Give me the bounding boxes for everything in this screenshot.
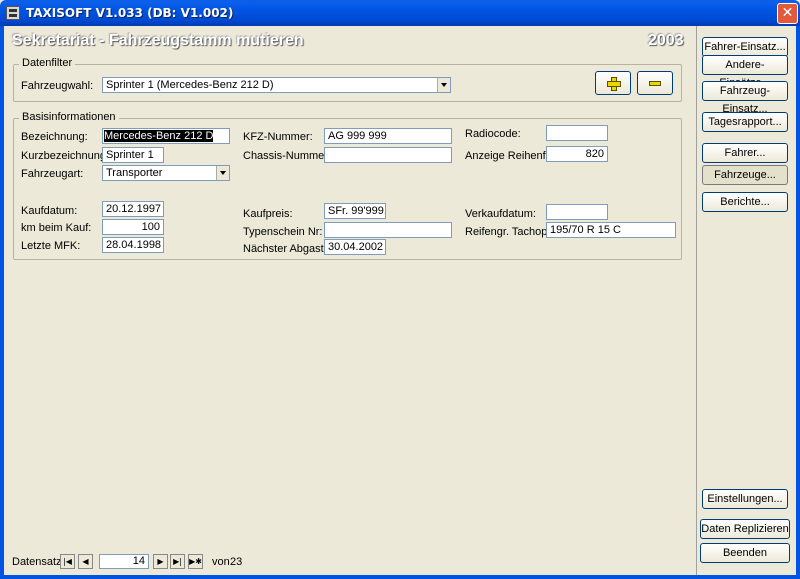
page-title: Sekretariat - Fahrzeugstamm mutieren — [12, 32, 304, 49]
typenschein-field[interactable] — [324, 222, 452, 238]
remove-vehicle-button[interactable] — [637, 71, 673, 95]
fahrer-button[interactable]: Fahrer... — [702, 143, 788, 163]
close-button[interactable]: ✕ — [777, 3, 798, 24]
fahrzeugart-label: Fahrzeugart: — [21, 168, 84, 180]
tagesrapport-button[interactable]: Tagesrapport... — [702, 112, 788, 132]
year-label: 2003 — [648, 32, 684, 49]
new-record-icon[interactable]: ▶✱ — [188, 554, 203, 569]
title-bar: TAXISOFT V1.033 (DB: V1.002) ✕ — [0, 0, 800, 26]
chassis-nummer-label: Chassis-Nummer: — [243, 150, 332, 162]
main-panel — [4, 26, 692, 575]
abgastest-value: 30.04.2002 — [328, 241, 384, 253]
kfz-nummer-value: AG 999 999 — [328, 130, 387, 142]
fahrzeugwahl-label: Fahrzeugwahl: — [21, 80, 94, 92]
minus-icon — [649, 81, 661, 86]
reifengroesse-value: 195/70 R 15 C — [550, 224, 621, 236]
kfz-nummer-label: KFZ-Nummer: — [243, 131, 313, 143]
einstellungen-button[interactable]: Einstellungen... — [702, 489, 788, 509]
kurzbezeichnung-field[interactable]: Sprinter 1 — [102, 147, 164, 163]
andere-einsaetze-button[interactable]: Andere-Einsätze... — [702, 55, 788, 89]
fahrzeugart-value: Transporter — [106, 167, 163, 179]
kurzbezeichnung-label: Kurzbezeichnung: — [21, 150, 110, 162]
fahrzeugwahl-value: Sprinter 1 (Mercedes-Benz 212 D) — [106, 79, 274, 91]
radiocode-label: Radiocode: — [465, 128, 521, 140]
kaufpreis-value: SFr. 99'999.00 — [328, 205, 385, 217]
last-record-icon[interactable]: ▶| — [170, 554, 185, 569]
anzeige-reihenfolge-field[interactable]: 820 — [546, 146, 608, 162]
typenschein-label: Typenschein Nr: — [243, 226, 323, 238]
kurzbezeichnung-value: Sprinter 1 — [106, 149, 154, 161]
chevron-down-icon[interactable] — [216, 166, 229, 180]
reifengroesse-field[interactable]: 195/70 R 15 C — [546, 222, 676, 238]
fahrzeugart-select[interactable]: Transporter — [102, 165, 230, 181]
chevron-down-icon[interactable] — [437, 78, 450, 92]
letzte-mfk-value: 28.04.1998 — [106, 239, 162, 251]
chassis-nummer-field[interactable] — [324, 147, 452, 163]
record-number-value: 14 — [132, 555, 145, 567]
bezeichnung-label: Bezeichnung: — [21, 131, 88, 143]
fahrzeuge-button[interactable]: Fahrzeuge... — [702, 165, 788, 185]
kaufdatum-field[interactable]: 20.12.1997 — [102, 201, 164, 217]
daten-replizieren-button[interactable]: Daten Replizieren — [700, 519, 790, 539]
close-icon: ✕ — [781, 5, 794, 21]
first-record-icon[interactable]: |◀ — [60, 554, 75, 569]
datensatz-label: Datensatz: — [12, 556, 65, 568]
datenfilter-group-label: Datenfilter — [19, 57, 76, 69]
previous-record-icon[interactable]: ◀ — [78, 554, 93, 569]
bezeichnung-value: Mercedes-Benz 212 D — [104, 130, 214, 142]
basisinformationen-group-label: Basisinformationen — [19, 111, 119, 123]
add-vehicle-button[interactable] — [595, 71, 631, 95]
kaufdatum-value: 20.12.1997 — [106, 203, 162, 215]
fahrer-einsatz-button[interactable]: Fahrer-Einsatz... — [702, 37, 788, 57]
kaufdatum-label: Kaufdatum: — [21, 205, 78, 217]
berichte-button[interactable]: Berichte... — [702, 192, 788, 212]
anzeige-reihenfolge-value: 820 — [585, 148, 604, 160]
fahrzeugwahl-select[interactable]: Sprinter 1 (Mercedes-Benz 212 D) — [102, 77, 451, 93]
letzte-mfk-label: Letzte MFK: — [21, 240, 81, 252]
app-icon — [6, 6, 20, 20]
verkaufdatum-field[interactable] — [546, 204, 608, 220]
window-title: TAXISOFT V1.033 (DB: V1.002) — [26, 6, 234, 20]
record-total: 23 — [230, 556, 243, 568]
kaufpreis-label: Kaufpreis: — [243, 208, 293, 220]
km-beim-kauf-field[interactable]: 100 — [102, 219, 164, 235]
plus-icon — [607, 77, 621, 91]
bezeichnung-field[interactable]: Mercedes-Benz 212 D — [102, 128, 230, 144]
beenden-button[interactable]: Beenden — [700, 543, 790, 563]
next-record-icon[interactable]: ▶ — [153, 554, 168, 569]
record-number-field[interactable]: 14 — [99, 554, 149, 569]
km-beim-kauf-label: km beim Kauf: — [21, 222, 92, 234]
kfz-nummer-field[interactable]: AG 999 999 — [324, 128, 452, 144]
kaufpreis-field[interactable]: SFr. 99'999.00 — [324, 203, 386, 219]
fahrzeug-einsatz-button[interactable]: Fahrzeug-Einsatz... — [702, 81, 788, 115]
radiocode-field[interactable] — [546, 125, 608, 141]
verkaufdatum-label: Verkaufdatum: — [465, 208, 536, 220]
von-label: von — [212, 556, 230, 568]
abgastest-field[interactable]: 30.04.2002 — [324, 239, 386, 255]
letzte-mfk-field[interactable]: 28.04.1998 — [102, 237, 164, 253]
km-beim-kauf-value: 100 — [141, 221, 160, 233]
